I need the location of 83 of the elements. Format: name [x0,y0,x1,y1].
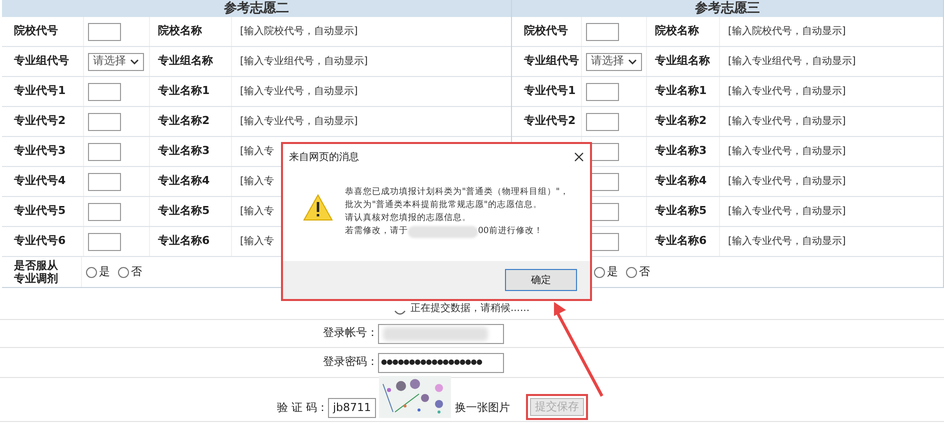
field-label: 专业组名称 [158,53,213,70]
field-label: 专业组名称 [655,53,710,70]
field-label: 专业代号1 [14,83,66,100]
field-label: 专业名称1 [655,83,707,100]
ok-button[interactable]: 确定 [505,269,577,291]
field-label: 是否服从专业调剂 [14,259,59,285]
dialog-message-line: 00前进行修改！ [478,225,543,238]
code-input[interactable] [88,112,121,130]
code-input[interactable] [88,82,121,100]
field-label: 专业名称5 [655,203,707,220]
field-label: 专业名称3 [655,143,707,160]
field-label: 专业组代号 [14,53,69,70]
dialog-message-line: 若需修改，请于 [345,225,408,238]
field-label: 专业名称6 [158,233,210,250]
field-label: 专业代号6 [14,233,66,250]
auto-value-text: [输入院校代号，自动显示] [240,24,358,39]
dialog-message-line: 批次为"普通类本科提前批常规志愿"的志愿信息。 [345,199,543,212]
field-label: 专业名称4 [158,173,210,190]
spinner-icon [394,310,406,316]
code-input[interactable] [88,22,121,40]
group-select[interactable]: 请选择 [88,52,144,70]
radio-option[interactable]: 是 [86,264,110,280]
field-label: 专业代号2 [524,113,576,130]
auto-value-text: [输入专 [240,174,274,189]
field-label: 专业名称5 [158,203,210,220]
auto-value-text: [输入专业代号，自动显示] [728,204,846,219]
field-label: 专业代号4 [14,173,66,190]
field-label: 专业代号1 [524,83,576,100]
captcha-input[interactable]: jb8711 [328,398,376,418]
field-label: 院校名称 [655,23,699,40]
dialog-title: 来自网页的消息 [289,150,359,164]
auto-value-text: [输入院校代号，自动显示] [728,24,846,39]
auto-value-text: [输入专业组代号，自动显示] [240,54,368,69]
auto-value-text: [输入专业代号，自动显示] [728,234,846,249]
auto-value-text: [输入专业代号，自动显示] [728,114,846,129]
field-label: 专业代号5 [14,203,66,220]
auto-value-text: [输入专 [240,144,274,159]
password-label: 登录密码： [322,354,378,370]
field-label: 院校名称 [158,23,202,40]
code-input[interactable] [88,142,121,160]
radio-option[interactable]: 否 [626,264,650,280]
account-label: 登录帐号： [322,325,378,342]
chevron-down-icon [130,58,139,64]
code-input[interactable] [586,82,619,100]
account-input[interactable] [378,324,504,344]
group-select[interactable]: 请选择 [586,52,642,70]
panel-header: 参考志愿三 [512,0,943,17]
radio-option[interactable]: 否 [118,264,142,280]
auto-value-text: [输入专业组代号，自动显示] [728,54,856,69]
loading-message: 正在提交数据，请稍候...... [410,302,530,316]
code-input[interactable] [586,22,619,40]
dialog-message-line: 请认真核对您填报的志愿信息。 [345,212,472,225]
code-input[interactable] [88,202,121,220]
dialog-message-line: 恭喜您已成功填报计划科类为"普通类（物理科目组）"， [345,186,569,199]
auto-value-text: [输入专 [240,234,274,249]
auto-value-text: [输入专业代号，自动显示] [728,144,846,159]
field-label: 专业代号3 [14,143,66,160]
field-label: 专业代号2 [14,113,66,130]
field-label: 院校代号 [524,23,568,40]
code-input[interactable] [88,172,121,190]
auto-value-text: [输入专 [240,204,274,219]
blurred-date [408,226,478,238]
field-label: 专业名称2 [158,113,210,130]
radio-option[interactable]: 是 [594,264,618,280]
auto-value-text: [输入专业代号，自动显示] [240,114,358,129]
code-input[interactable] [88,232,121,250]
field-label: 专业名称4 [655,173,707,190]
captcha-label: 验 证 码： [276,400,328,416]
field-label: 专业组代号 [524,53,579,70]
auto-value-text: [输入专业代号，自动显示] [728,84,846,99]
change-image-link[interactable]: 换一张图片 [455,400,510,418]
chevron-down-icon [628,58,637,64]
field-label: 专业名称1 [158,83,210,100]
auto-value-text: [输入专业代号，自动显示] [728,174,846,189]
warning-icon [303,194,333,221]
field-label: 专业名称6 [655,233,707,250]
code-input[interactable] [586,112,619,130]
close-icon[interactable] [574,152,584,162]
field-label: 专业名称2 [655,113,707,130]
field-label: 专业名称3 [158,143,210,160]
panel-header: 参考志愿二 [2,0,511,17]
field-label: 院校代号 [14,23,58,40]
auto-value-text: [输入专业代号，自动显示] [240,84,358,99]
